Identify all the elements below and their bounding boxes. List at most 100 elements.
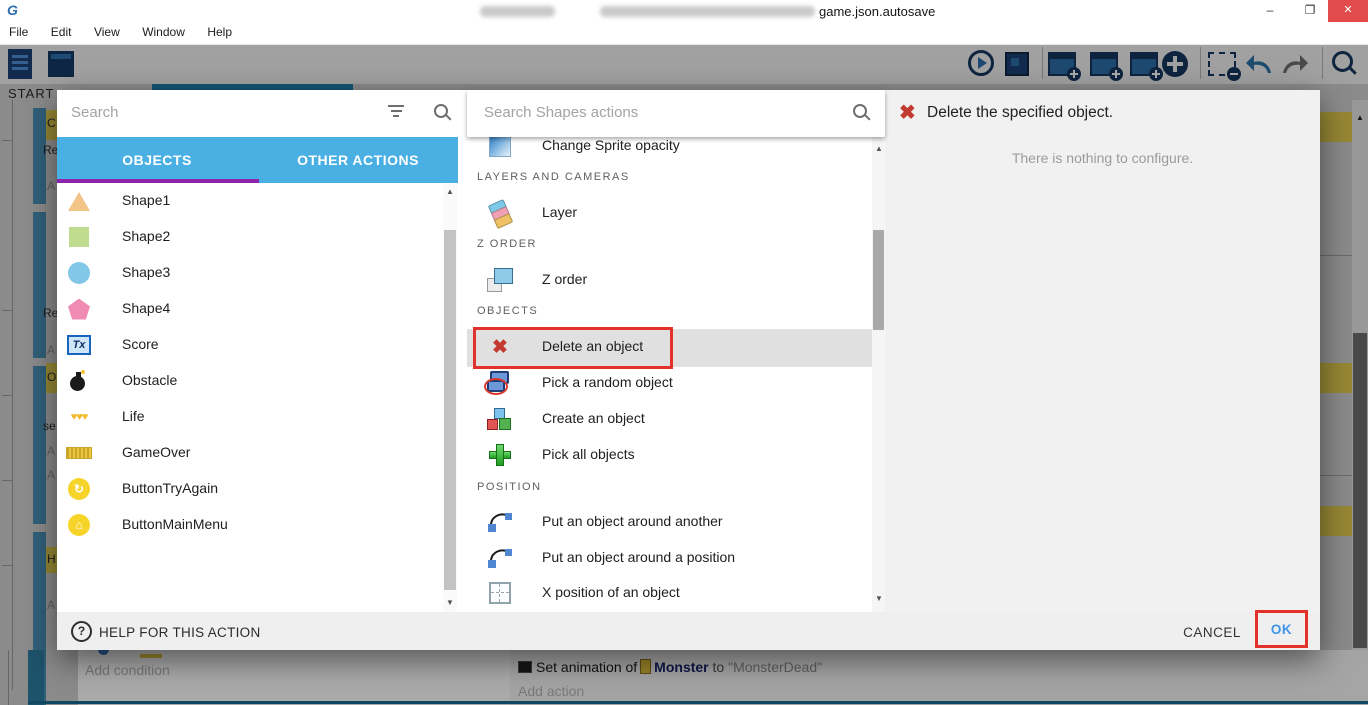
x-position-icon bbox=[485, 578, 515, 608]
search-icon[interactable] bbox=[434, 104, 452, 122]
object-label: GameOver bbox=[122, 444, 190, 460]
minimize-button[interactable]: – bbox=[1250, 0, 1290, 22]
object-label: Shape4 bbox=[122, 300, 170, 316]
list-item-score[interactable]: Tx Score bbox=[57, 327, 443, 363]
action-label: Pick a random object bbox=[542, 374, 673, 390]
list-item-pick-random-object[interactable]: Pick a random object bbox=[467, 365, 872, 401]
list-item-shape2[interactable]: Shape2 bbox=[57, 219, 443, 255]
filter-icon[interactable] bbox=[388, 105, 404, 120]
list-item-shape1[interactable]: Shape1 bbox=[57, 183, 443, 219]
list-item-pick-all-objects[interactable]: Pick all objects bbox=[467, 437, 872, 473]
object-label: Shape1 bbox=[122, 192, 170, 208]
menu-file[interactable]: File bbox=[0, 22, 37, 39]
list-item-put-object-around-position[interactable]: Put an object around a position bbox=[467, 540, 872, 576]
tab-objects[interactable]: OBJECTS bbox=[57, 137, 257, 183]
put-around-icon bbox=[485, 543, 515, 573]
close-button[interactable]: ✕ bbox=[1328, 0, 1368, 22]
objects-scrollbar-thumb[interactable] bbox=[444, 230, 456, 590]
hearts-icon: ♥♥♥ bbox=[65, 403, 93, 431]
action-label: Create an object bbox=[542, 410, 645, 426]
actions-search-bar bbox=[467, 90, 885, 137]
redacted-title-segment bbox=[480, 6, 555, 17]
objects-list: Shape1 Shape2 Shape3 Shape4 Tx Score Obs… bbox=[57, 183, 458, 612]
actions-list-panel: Change Sprite opacity LAYERS AND CAMERAS… bbox=[467, 90, 885, 612]
nothing-to-configure-text: There is nothing to configure. bbox=[885, 150, 1320, 166]
list-item-x-position-of-object[interactable]: X position of an object bbox=[467, 575, 872, 611]
triangle-icon bbox=[65, 187, 93, 215]
action-label: Change Sprite opacity bbox=[542, 137, 680, 153]
refresh-button-icon: ↻ bbox=[65, 475, 93, 503]
ok-highlight-box bbox=[1255, 610, 1308, 648]
restore-button[interactable]: ❐ bbox=[1290, 0, 1330, 22]
layers-icon bbox=[485, 198, 515, 228]
window-title: game.json.autosave bbox=[819, 4, 935, 19]
object-search-input[interactable] bbox=[69, 103, 373, 122]
actions-scrollbar-thumb[interactable] bbox=[873, 230, 884, 330]
menu-window[interactable]: Window bbox=[133, 22, 194, 39]
put-around-icon bbox=[485, 507, 515, 537]
cancel-button[interactable]: CANCEL bbox=[1172, 625, 1252, 640]
list-item-z-order[interactable]: Z order bbox=[467, 262, 872, 298]
scroll-down-icon[interactable]: ▼ bbox=[875, 595, 883, 603]
scroll-up-icon[interactable]: ▲ bbox=[446, 188, 454, 196]
pentagon-icon bbox=[65, 295, 93, 323]
list-item-buttonmainmenu[interactable]: ⌂ ButtonMainMenu bbox=[57, 507, 443, 543]
scroll-up-icon[interactable]: ▲ bbox=[875, 145, 883, 153]
object-label: Obstacle bbox=[122, 372, 177, 388]
gdevelop-logo-icon: G bbox=[7, 3, 22, 18]
action-configuration-panel: ✖ Delete the specified object. There is … bbox=[885, 90, 1320, 612]
section-header-position: POSITION bbox=[477, 481, 542, 493]
text-object-icon: Tx bbox=[65, 331, 93, 359]
list-item-shape3[interactable]: Shape3 bbox=[57, 255, 443, 291]
object-search-bar bbox=[57, 90, 458, 137]
list-item-buttontryagain[interactable]: ↻ ButtonTryAgain bbox=[57, 471, 443, 507]
menu-edit[interactable]: Edit bbox=[42, 22, 81, 39]
object-label: Shape2 bbox=[122, 228, 170, 244]
banner-icon bbox=[65, 439, 93, 467]
home-button-icon: ⌂ bbox=[65, 511, 93, 539]
title-bar: G game.json.autosave – ❐ ✕ bbox=[0, 0, 1368, 22]
dialog-footer: ? HELP FOR THIS ACTION CANCEL OK bbox=[57, 612, 1320, 650]
tab-other-actions[interactable]: OTHER ACTIONS bbox=[258, 137, 458, 183]
menu-help[interactable]: Help bbox=[198, 22, 241, 39]
actions-search-input[interactable] bbox=[482, 103, 786, 122]
section-header-objects: OBJECTS bbox=[477, 305, 538, 317]
list-item-layer[interactable]: Layer bbox=[467, 195, 872, 231]
action-label: Put an object around another bbox=[542, 513, 723, 529]
object-label: ButtonMainMenu bbox=[122, 516, 228, 532]
action-label: Layer bbox=[542, 204, 577, 220]
action-label: Z order bbox=[542, 271, 587, 287]
object-label: ButtonTryAgain bbox=[122, 480, 218, 496]
action-label: Pick all objects bbox=[542, 446, 635, 462]
section-header-z-order: Z ORDER bbox=[477, 238, 537, 250]
green-plus-icon bbox=[485, 440, 515, 470]
list-item-put-object-around-another[interactable]: Put an object around another bbox=[467, 504, 872, 540]
menu-bar: File Edit View Window Help bbox=[0, 22, 1368, 45]
delete-action-icon: ✖ bbox=[899, 100, 916, 125]
list-item-obstacle[interactable]: Obstacle bbox=[57, 363, 443, 399]
help-for-this-action-button[interactable]: HELP FOR THIS ACTION bbox=[99, 625, 261, 640]
redacted-title-segment bbox=[600, 6, 815, 17]
search-icon[interactable] bbox=[853, 104, 871, 122]
list-item-life[interactable]: ♥♥♥ Life bbox=[57, 399, 443, 435]
section-header-layers-cameras: LAYERS AND CAMERAS bbox=[477, 171, 630, 183]
circle-icon bbox=[65, 259, 93, 287]
help-icon: ? bbox=[71, 621, 92, 642]
create-object-icon bbox=[485, 404, 515, 434]
menu-view[interactable]: View bbox=[85, 22, 129, 39]
pick-random-icon bbox=[485, 368, 515, 398]
list-item-shape4[interactable]: Shape4 bbox=[57, 291, 443, 327]
list-item-create-an-object[interactable]: Create an object bbox=[467, 401, 872, 437]
action-editor-dialog: OBJECTS OTHER ACTIONS Shape1 Shape2 Shap… bbox=[57, 90, 1320, 650]
left-panel-tabs: OBJECTS OTHER ACTIONS bbox=[57, 137, 458, 183]
actions-scrollbar[interactable]: ▲ ▼ bbox=[872, 137, 885, 612]
list-item-gameover[interactable]: GameOver bbox=[57, 435, 443, 471]
action-label: Put an object around a position bbox=[542, 549, 735, 565]
object-label: Life bbox=[122, 408, 145, 424]
square-icon bbox=[65, 223, 93, 251]
scroll-down-icon[interactable]: ▼ bbox=[446, 599, 454, 607]
z-order-icon bbox=[485, 265, 515, 295]
object-label: Shape3 bbox=[122, 264, 170, 280]
bomb-icon bbox=[65, 367, 93, 395]
action-description: Delete the specified object. bbox=[927, 104, 1113, 122]
